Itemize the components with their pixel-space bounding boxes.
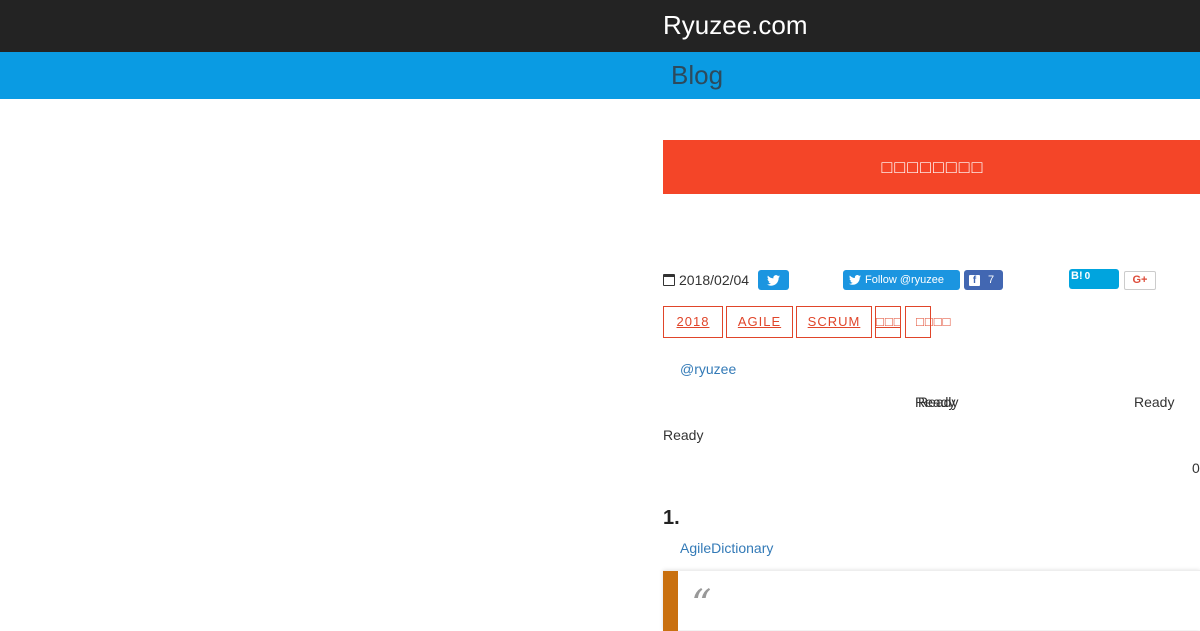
promo-banner[interactable]: □□□□□□□□ <box>663 140 1200 194</box>
embed-status-text: Ready <box>1134 394 1175 410</box>
facebook-share-count: 7 <box>988 274 995 286</box>
tag-japanese-1[interactable]: □□□ <box>875 306 901 338</box>
tweet-button[interactable] <box>758 270 789 290</box>
section-heading: 1. <box>663 507 680 529</box>
author-twitter-link[interactable]: @ryuzee <box>680 360 736 378</box>
tag-japanese-2-label: □□□□ <box>916 314 952 329</box>
section-header-bar: Blog <box>0 52 1200 99</box>
tag-agile[interactable]: AGILE <box>726 306 793 338</box>
facebook-share-button[interactable]: f 7 <box>964 270 1003 290</box>
follow-twitter-button[interactable]: Follow @ryuzee <box>843 270 960 290</box>
hatena-bookmark-count: 0 <box>1084 271 1091 282</box>
embed-status-text: Ready <box>663 427 704 443</box>
tag-scrum[interactable]: SCRUM <box>796 306 872 338</box>
agile-dictionary-link[interactable]: AgileDictionary <box>680 539 773 557</box>
tag-list: 2018 AGILE SCRUM □□□ □□□□ <box>663 306 1200 338</box>
hatena-bookmark-button[interactable]: B! 0 <box>1069 269 1119 289</box>
twitter-bird-icon <box>849 275 861 285</box>
site-title-link[interactable]: Ryuzee.com <box>663 8 808 42</box>
hatena-icon: B! <box>1071 270 1083 282</box>
calendar-icon <box>663 274 675 286</box>
follow-label: Follow @ryuzee <box>865 274 945 286</box>
google-plus-button[interactable]: G+ <box>1124 271 1156 290</box>
tag-japanese-2[interactable]: □□□□ <box>905 306 950 338</box>
quote-mark-icon: “ <box>691 582 712 628</box>
top-header-bar: Ryuzee.com <box>0 0 1200 52</box>
share-counter: 0 <box>1192 460 1200 476</box>
tag-2018[interactable]: 2018 <box>663 306 723 338</box>
blockquote-accent-bar <box>663 571 678 631</box>
twitter-bird-icon <box>767 274 780 286</box>
blockquote: “ <box>663 570 1200 631</box>
post-meta-row: 2018/02/04 Follow @ryuzee f 7 B! 0 G+ <box>663 269 1200 291</box>
post-date: 2018/02/04 <box>679 272 750 288</box>
facebook-icon: f <box>969 274 980 286</box>
embed-status-text: Ready <box>918 394 959 410</box>
blog-section-link[interactable]: Blog <box>671 58 723 92</box>
